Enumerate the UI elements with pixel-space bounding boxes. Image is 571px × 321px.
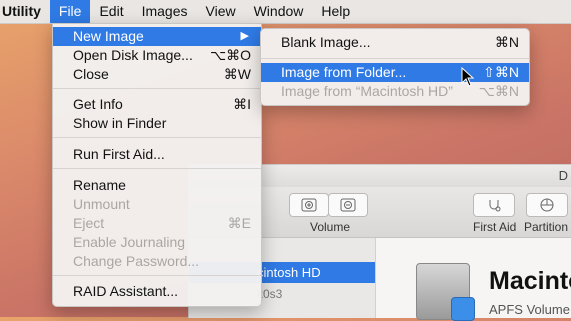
file-menu: New Image ▶ Open Disk Image... ⌥⌘O Close… xyxy=(52,23,262,307)
menu-item-enable-journaling: Enable Journaling xyxy=(73,234,186,250)
menu-item-close[interactable]: Close ⌘W xyxy=(53,65,261,84)
menu-item-new-image[interactable]: New Image ▶ xyxy=(53,27,261,46)
menu-item-image-from-folder[interactable]: Image from Folder... ⇧⌘N xyxy=(261,63,529,82)
menu-item-open-disk-image[interactable]: Open Disk Image... ⌥⌘O xyxy=(53,46,261,65)
stethoscope-icon xyxy=(489,200,501,212)
menu-separator xyxy=(261,58,529,59)
remove-volume-icon xyxy=(340,198,356,212)
partition-icon xyxy=(540,198,554,212)
disk-name: Macinto xyxy=(489,267,571,295)
menu-app-name[interactable]: Utility xyxy=(0,0,50,23)
finder-icon xyxy=(451,297,475,321)
menu-separator xyxy=(53,88,261,89)
menu-item-eject: Eject ⌘E xyxy=(73,215,251,231)
mouse-pointer-icon xyxy=(461,67,475,87)
menu-item-unmount: Unmount xyxy=(73,196,130,212)
menu-item-change-password: Change Password... xyxy=(73,253,200,269)
first-aid-label: First Aid xyxy=(473,220,517,234)
menu-separator xyxy=(53,137,261,138)
menu-edit[interactable]: Edit xyxy=(90,0,132,23)
partition-label: Partition xyxy=(524,220,569,234)
menu-item-show-in-finder[interactable]: Show in Finder xyxy=(53,114,261,133)
menu-item-blank-image[interactable]: Blank Image... ⌘N xyxy=(261,33,529,52)
partition-button[interactable] xyxy=(526,193,568,217)
new-image-submenu: Blank Image... ⌘N Image from Folder... ⇧… xyxy=(260,28,530,106)
disk-description: APFS Volume xyxy=(489,302,570,317)
volume-label: Volume xyxy=(310,220,351,234)
first-aid-button[interactable] xyxy=(473,193,515,217)
menu-item-run-first-aid[interactable]: Run First Aid... xyxy=(53,145,261,164)
remove-volume-button[interactable] xyxy=(328,193,368,217)
menu-separator xyxy=(53,168,261,169)
window-title: D xyxy=(558,168,568,183)
menu-item-rename[interactable]: Rename xyxy=(53,176,261,195)
menu-item-raid-assistant[interactable]: RAID Assistant... xyxy=(53,282,261,301)
menu-images[interactable]: Images xyxy=(133,0,197,23)
menu-bar: Utility File Edit Images View Window Hel… xyxy=(0,0,571,24)
menu-window[interactable]: Window xyxy=(245,0,313,23)
menu-help[interactable]: Help xyxy=(312,0,359,23)
menu-file[interactable]: File xyxy=(49,0,91,23)
submenu-arrow-icon: ▶ xyxy=(240,30,249,42)
sidebar-item-label: cintosh HD xyxy=(257,265,321,280)
menu-view[interactable]: View xyxy=(197,0,245,23)
menu-separator xyxy=(53,275,261,276)
add-volume-button[interactable] xyxy=(289,193,329,217)
add-volume-icon xyxy=(301,198,317,212)
menu-item-get-info[interactable]: Get Info ⌘I xyxy=(53,95,261,114)
menu-item-image-from-macintosh-hd: Image from “Macintosh HD” ⌥⌘N xyxy=(281,83,519,99)
